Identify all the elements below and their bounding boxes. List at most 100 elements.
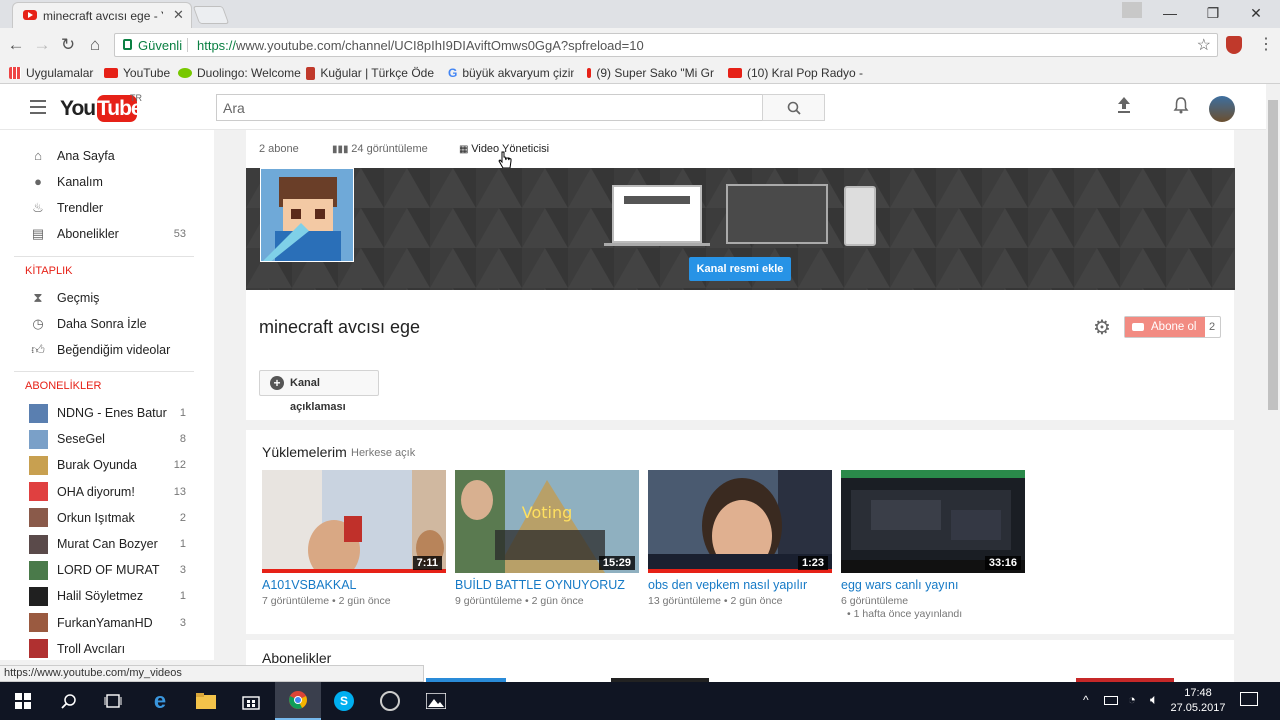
system-clock[interactable]: 17:48 27.05.2017 xyxy=(1168,686,1228,716)
extension-shield-icon[interactable] xyxy=(1226,36,1242,54)
volume-icon[interactable]: 🔈︎ xyxy=(1150,691,1158,708)
photos-icon[interactable] xyxy=(413,682,459,720)
view-count-label: 24 görüntüleme xyxy=(351,143,428,155)
video-thumbnail[interactable]: Voting 15:29 xyxy=(455,470,639,573)
back-icon[interactable]: ← xyxy=(5,34,27,56)
bookmark-super-sako[interactable]: (9) Super Sako "Mi Gr xyxy=(587,63,714,83)
video-card[interactable]: 7:11 A101VSBAKKAL 7 görüntüleme • 2 gün ön… xyxy=(262,470,446,608)
bookmark-star-icon[interactable]: ☆ xyxy=(1197,35,1211,55)
sidebar-item-subscription[interactable]: Burak Oyunda 12 xyxy=(0,452,214,478)
action-center-icon[interactable] xyxy=(1240,692,1258,706)
sidebar-item-subscriptions[interactable]: ▤ Abonelikler 53 xyxy=(0,221,214,247)
video-title[interactable]: BUİLD BATTLE OYNUYORUZ xyxy=(455,578,639,592)
desktop-preview-icon xyxy=(612,185,702,243)
chrome-icon[interactable] xyxy=(275,682,321,720)
lock-icon xyxy=(123,39,132,50)
edge-icon[interactable]: e xyxy=(137,682,183,720)
url-text[interactable]: https://www.youtube.com/channel/UCI8pIhI… xyxy=(197,38,644,53)
video-card[interactable]: 33:16 egg wars canlı yayını 6 görüntüleme •… xyxy=(841,470,1025,620)
file-explorer-icon[interactable] xyxy=(183,682,229,720)
uploads-title[interactable]: Yüklemelerim xyxy=(262,444,347,460)
subscriber-count[interactable]: 2 abone xyxy=(259,143,299,155)
bookmark-duolingo[interactable]: Duolingo: Welcome xyxy=(178,63,301,83)
profile-icon[interactable] xyxy=(1122,2,1142,18)
battery-icon[interactable] xyxy=(1104,696,1118,705)
video-card[interactable]: Voting 15:29 BUİLD BATTLE OYNUYORUZ 9 görün… xyxy=(455,470,639,608)
bookmark-youtube[interactable]: YouTube xyxy=(104,63,170,83)
minimize-icon[interactable]: — xyxy=(1150,2,1190,24)
video-title[interactable]: egg wars canlı yayını xyxy=(841,578,1025,592)
sidebar-item-subscription[interactable]: LORD OF MURAT 3 xyxy=(0,557,214,583)
youtube-icon xyxy=(728,68,742,78)
bookmark-google[interactable]: Gbüyük akvaryum çizim xyxy=(448,63,574,83)
sidebar-item-history[interactable]: ⧗ Geçmiş xyxy=(0,285,214,311)
video-card[interactable]: 1:23 obs den vepkem nasıl yapılır 13 görün… xyxy=(648,470,832,608)
skype-icon[interactable]: S xyxy=(321,682,367,720)
channel-avatar[interactable] xyxy=(260,168,354,262)
sidebar-item-subscription[interactable]: Murat Can Bozyer 1 xyxy=(0,531,214,557)
add-channel-art-button[interactable]: Kanal resmi ekle xyxy=(689,257,791,281)
wifi-icon[interactable]: ◔ xyxy=(1128,692,1136,707)
store-icon[interactable] xyxy=(228,682,274,720)
logo-region: TR xyxy=(130,93,142,103)
sidebar-item-subscription[interactable]: NDNG - Enes Batur 1 xyxy=(0,400,214,426)
start-windows-icon[interactable] xyxy=(0,682,46,720)
sidebar-item-count: 2 xyxy=(179,511,186,524)
sidebar-item-count: 1 xyxy=(179,590,186,603)
sidebar-item-subscription[interactable]: Halil Söyletmez 1 xyxy=(0,583,214,609)
video-thumbnail[interactable]: 7:11 xyxy=(262,470,446,573)
search-icon xyxy=(787,101,801,115)
upload-icon[interactable] xyxy=(1116,96,1132,119)
search-input[interactable]: Ara xyxy=(216,94,764,121)
channel-description-button[interactable]: Kanal açıklaması xyxy=(259,370,379,413)
video-thumbnail[interactable]: 1:23 xyxy=(648,470,832,573)
sidebar-item-subscription[interactable]: SeseGel 8 xyxy=(0,426,214,452)
reload-icon[interactable]: ↻ xyxy=(57,34,79,56)
chevron-up-icon[interactable]: ^ xyxy=(1083,693,1089,707)
home-button-icon[interactable]: ⌂ xyxy=(84,34,106,56)
browser-tab[interactable]: minecraft avcısı ege - You ✕ xyxy=(12,2,192,28)
close-window-icon[interactable]: ✕ xyxy=(1236,2,1276,24)
bookmark-kugular[interactable]: Kuğular | Türkçe Öde xyxy=(306,63,434,83)
sidebar-item-subscription[interactable]: Troll Avcıları xyxy=(0,636,214,660)
forward-icon[interactable]: → xyxy=(31,34,53,56)
page-scrollbar[interactable] xyxy=(1266,84,1280,682)
video-thumbnail[interactable]: 33:16 xyxy=(841,470,1025,573)
scrollbar-thumb[interactable] xyxy=(1268,100,1278,410)
subscriptions-title[interactable]: Abonelikler xyxy=(262,650,331,666)
search-button[interactable] xyxy=(762,94,825,121)
duolingo-icon xyxy=(178,68,192,78)
view-count[interactable]: ▮▮▮ 24 görüntüleme xyxy=(332,143,428,155)
sidebar-item-liked-videos[interactable]: 👍︎ Beğendiğim videolar xyxy=(0,337,214,363)
bookmark-kral-pop[interactable]: (10) Kral Pop Radyo - xyxy=(728,63,863,83)
sidebar-item-subscription[interactable]: Orkun Işıtmak 2 xyxy=(0,505,214,531)
sidebar-item-subscription[interactable]: OHA diyorum! 13 xyxy=(0,479,214,505)
video-title[interactable]: obs den vepkem nasıl yapılır xyxy=(648,578,832,592)
restore-icon[interactable]: ❐ xyxy=(1193,2,1233,24)
search-icon[interactable] xyxy=(46,682,92,720)
bookmark-label: (9) Super Sako "Mi Gr xyxy=(596,66,714,80)
sidebar-item-trending[interactable]: ♨ Trendler xyxy=(0,195,214,221)
browser-toolbar: ← → ↻ ⌂ Güvenli https://www.youtube.com/… xyxy=(0,28,1280,62)
bookmark-apps[interactable]: Uygulamalar xyxy=(9,63,93,83)
subscribe-button[interactable]: Abone ol 2 xyxy=(1124,316,1221,338)
sidebar-item-subscription[interactable]: FurkanYamanHD 3 xyxy=(0,610,214,636)
new-tab-button[interactable] xyxy=(192,6,230,24)
url-path: www.youtube.com/channel/UCI8pIhI9DIAvift… xyxy=(236,38,644,53)
hamburger-menu-icon[interactable] xyxy=(30,100,46,114)
close-tab-icon[interactable]: ✕ xyxy=(173,7,184,23)
sidebar-item-watch-later[interactable]: ◷ Daha Sonra İzle xyxy=(0,311,214,337)
gear-icon[interactable]: ⚙ xyxy=(1093,315,1111,340)
address-bar[interactable]: Güvenli https://www.youtube.com/channel/… xyxy=(114,33,1218,57)
obs-icon[interactable] xyxy=(367,682,413,720)
sidebar-item-label: Ana Sayfa xyxy=(57,149,115,163)
menu-kebab-icon[interactable]: ⋮ xyxy=(1258,34,1274,54)
home-icon: ⌂ xyxy=(34,148,42,163)
video-title[interactable]: A101VSBAKKAL xyxy=(262,578,446,592)
sidebar-item-my-channel[interactable]: ● Kanalım xyxy=(0,169,214,195)
sidebar-item-home[interactable]: ⌂ Ana Sayfa xyxy=(0,143,214,169)
sidebar-item-label: OHA diyorum! xyxy=(57,484,135,499)
account-avatar[interactable] xyxy=(1209,96,1235,122)
task-view-icon[interactable] xyxy=(90,682,136,720)
notifications-bell-icon[interactable] xyxy=(1173,96,1189,119)
